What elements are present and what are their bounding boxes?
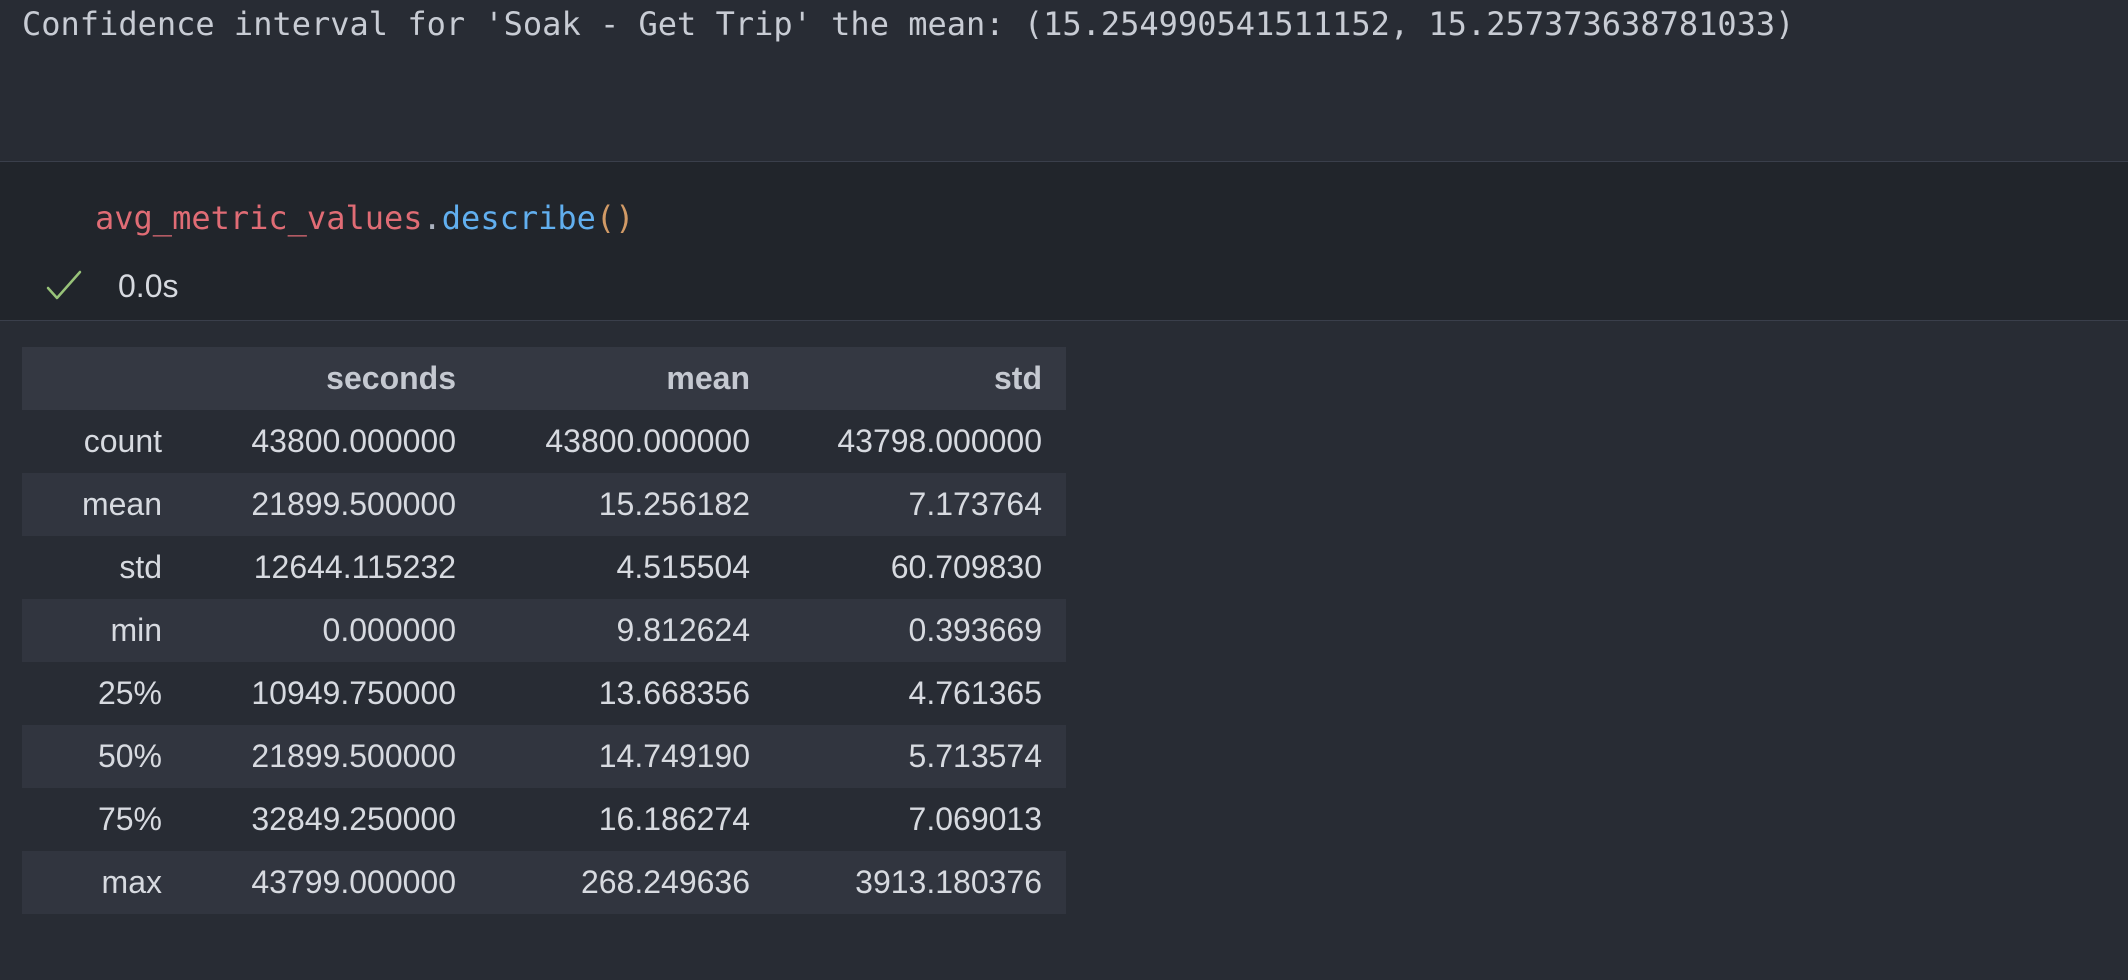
table-row: max 43799.000000 268.249636 3913.180376	[22, 851, 1066, 914]
code-parens: ()	[595, 199, 635, 237]
row-index: 25%	[97, 675, 162, 711]
table-cell: 4.761365	[908, 675, 1042, 711]
table-row: mean 21899.500000 15.256182 7.173764	[22, 473, 1066, 536]
table-cell: 4.515504	[616, 549, 750, 585]
table-row: 75% 32849.250000 16.186274 7.069013	[22, 788, 1066, 851]
row-index: count	[83, 423, 162, 459]
table-row: count 43800.000000 43800.000000 43798.00…	[22, 410, 1066, 473]
table-cell: 5.713574	[774, 725, 1066, 788]
row-index: 50%	[22, 725, 186, 788]
execution-status: 0.0s	[44, 266, 178, 306]
table-cell: 0.393669	[774, 599, 1066, 662]
code-editor-line[interactable]: avg_metric_values.describe()	[95, 197, 634, 239]
table-cell: 32849.250000	[251, 801, 456, 837]
table-cell: 7.069013	[908, 801, 1042, 837]
row-index: min	[22, 599, 186, 662]
table-cell: 43800.000000	[545, 423, 750, 459]
table-cell: 60.709830	[890, 549, 1042, 585]
table-header-row: seconds mean std	[22, 347, 1066, 410]
table-row: std 12644.115232 4.515504 60.709830	[22, 536, 1066, 599]
table-cell: 9.812624	[480, 599, 774, 662]
table-cell: 15.256182	[480, 473, 774, 536]
table-cell: 3913.180376	[774, 851, 1066, 914]
table-cell: 13.668356	[598, 675, 750, 711]
column-header-index	[22, 347, 186, 410]
column-header-mean: mean	[480, 347, 774, 410]
execution-time: 0.0s	[118, 267, 179, 304]
table-cell: 268.249636	[480, 851, 774, 914]
column-header-seconds: seconds	[186, 347, 480, 410]
confidence-interval-output: Confidence interval for 'Soak - Get Trip…	[22, 5, 1795, 43]
table-cell: 21899.500000	[186, 725, 480, 788]
table-cell: 0.000000	[186, 599, 480, 662]
code-method: describe	[441, 199, 596, 237]
describe-dataframe-table: seconds mean std count 43800.000000 4380…	[22, 347, 1066, 914]
row-index: mean	[22, 473, 186, 536]
code-variable: avg_metric_values	[95, 199, 423, 237]
row-index: 75%	[97, 801, 162, 837]
previous-cell-output: Confidence interval for 'Soak - Get Trip…	[0, 0, 2128, 162]
row-index: std	[119, 549, 162, 585]
table-row: 50% 21899.500000 14.749190 5.713574	[22, 725, 1066, 788]
table-row: 25% 10949.750000 13.668356 4.761365	[22, 662, 1066, 725]
table-cell: 43799.000000	[186, 851, 480, 914]
table-cell: 10949.750000	[251, 675, 456, 711]
table-cell: 16.186274	[598, 801, 750, 837]
row-index: max	[22, 851, 186, 914]
table-cell: 7.173764	[774, 473, 1066, 536]
table-cell: 43800.000000	[251, 423, 456, 459]
table-cell: 43798.000000	[837, 423, 1042, 459]
table-row: min 0.000000 9.812624 0.393669	[22, 599, 1066, 662]
table-cell: 21899.500000	[186, 473, 480, 536]
table-cell: 12644.115232	[253, 549, 456, 585]
code-cell[interactable]: avg_metric_values.describe() 0.0s	[0, 162, 2128, 321]
column-header-std: std	[774, 347, 1066, 410]
code-dot: .	[422, 199, 442, 237]
cell-output: seconds mean std count 43800.000000 4380…	[0, 321, 2128, 980]
check-icon	[44, 266, 84, 306]
table-cell: 14.749190	[480, 725, 774, 788]
